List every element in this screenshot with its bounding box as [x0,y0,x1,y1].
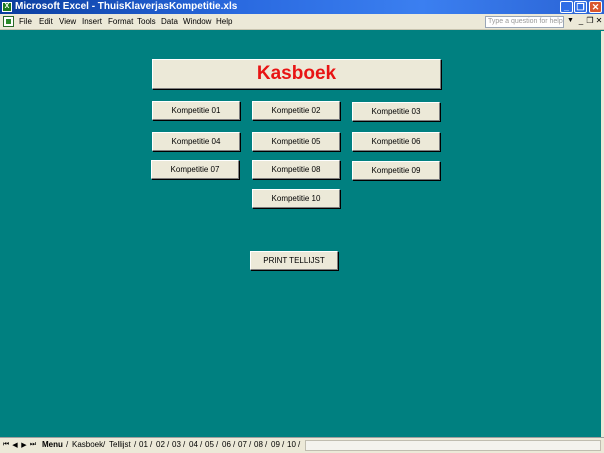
tab-separator: / [103,440,106,449]
menu-insert[interactable]: Insert [82,17,102,26]
button-label: Kompetitie 10 [271,194,321,203]
tab-separator: / [265,440,268,449]
kompetitie-10-button[interactable]: Kompetitie 10 [252,189,340,208]
kompetitie-05-button[interactable]: Kompetitie 05 [252,132,340,151]
tab-03[interactable]: 03 [172,440,181,449]
tab-separator: / [183,440,186,449]
first-sheet-icon[interactable]: ⏮ [2,441,10,449]
menu-tools[interactable]: Tools [137,17,156,26]
tab-09[interactable]: 09 [271,440,280,449]
menu-view[interactable]: View [59,17,76,26]
kompetitie-09-button[interactable]: Kompetitie 09 [352,161,440,180]
last-sheet-icon[interactable]: ⏭ [29,441,37,449]
button-label: PRINT TELLIJST [263,256,325,265]
next-sheet-icon[interactable]: ▶ [20,441,28,449]
tab-tellijst[interactable]: Tellijst [109,440,131,449]
tab-07[interactable]: 07 [238,440,247,449]
menu-bar: File Edit View Insert Format Tools Data … [0,14,604,30]
button-label: Kompetitie 04 [171,137,221,146]
close-button[interactable]: ✕ [589,1,602,13]
tab-06[interactable]: 06 [222,440,231,449]
tab-10[interactable]: 10 [287,440,296,449]
workbook-close-icon[interactable]: ✕ [594,16,604,26]
workbook-icon[interactable] [3,16,14,27]
minimize-button[interactable]: _ [560,1,573,13]
tab-kasboek[interactable]: Kasboek [72,440,103,449]
tab-separator: / [150,440,153,449]
tab-04[interactable]: 04 [189,440,198,449]
tab-separator: / [298,440,301,449]
menu-edit[interactable]: Edit [39,17,53,26]
horizontal-scrollbar[interactable] [305,440,601,451]
tab-separator: / [249,440,252,449]
kompetitie-08-button[interactable]: Kompetitie 08 [252,160,340,179]
title-bar: X Microsoft Excel - ThuisKlaverjasKompet… [0,0,604,14]
tab-separator: / [282,440,285,449]
menu-format[interactable]: Format [108,17,133,26]
kompetitie-06-button[interactable]: Kompetitie 06 [352,132,440,151]
button-label: Kompetitie 03 [371,107,421,116]
help-search-input[interactable]: Type a question for help [485,16,564,28]
button-label: Kompetitie 05 [271,137,321,146]
restore-button[interactable]: ❐ [574,1,587,13]
kompetitie-04-button[interactable]: Kompetitie 04 [152,132,240,151]
kompetitie-03-button[interactable]: Kompetitie 03 [352,102,440,121]
kompetitie-02-button[interactable]: Kompetitie 02 [252,101,340,120]
prev-sheet-icon[interactable]: ◀ [11,441,19,449]
kompetitie-01-button[interactable]: Kompetitie 01 [152,101,240,120]
kompetitie-07-button[interactable]: Kompetitie 07 [151,160,239,179]
tab-menu[interactable]: Menu [42,440,63,449]
tab-05[interactable]: 05 [205,440,214,449]
menu-window[interactable]: Window [183,17,211,26]
tab-separator: / [66,440,69,449]
tab-02[interactable]: 02 [156,440,165,449]
window-title: Microsoft Excel - ThuisKlaverjasKompetit… [15,1,238,12]
button-label: Kompetitie 07 [170,165,220,174]
tab-01[interactable]: 01 [139,440,148,449]
tab-separator: / [167,440,170,449]
tab-separator: / [233,440,236,449]
page-title: Kasboek [256,63,337,84]
kasboek-title-button[interactable]: Kasboek [152,59,441,89]
sheet-tab-bar: ⏮ ◀ ▶ ⏭ Menu / Kasboek / Tellijst / 01 /… [0,437,604,453]
menu-data[interactable]: Data [161,17,178,26]
menu-help[interactable]: Help [216,17,232,26]
tab-separator: / [216,440,219,449]
button-label: Kompetitie 08 [271,165,321,174]
worksheet: Kasboek Kompetitie 01 Kompetitie 02 Komp… [0,31,604,437]
menu-file[interactable]: File [19,17,32,26]
tab-separator: / [134,440,137,449]
tab-08[interactable]: 08 [254,440,263,449]
button-label: Kompetitie 06 [371,137,421,146]
button-label: Kompetitie 01 [171,106,221,115]
chevron-down-icon[interactable]: ▼ [567,17,574,24]
print-tellijst-button[interactable]: PRINT TELLIJST [250,251,338,270]
button-label: Kompetitie 02 [271,106,321,115]
button-label: Kompetitie 09 [371,166,421,175]
tab-separator: / [200,440,203,449]
excel-icon: X [2,2,12,12]
